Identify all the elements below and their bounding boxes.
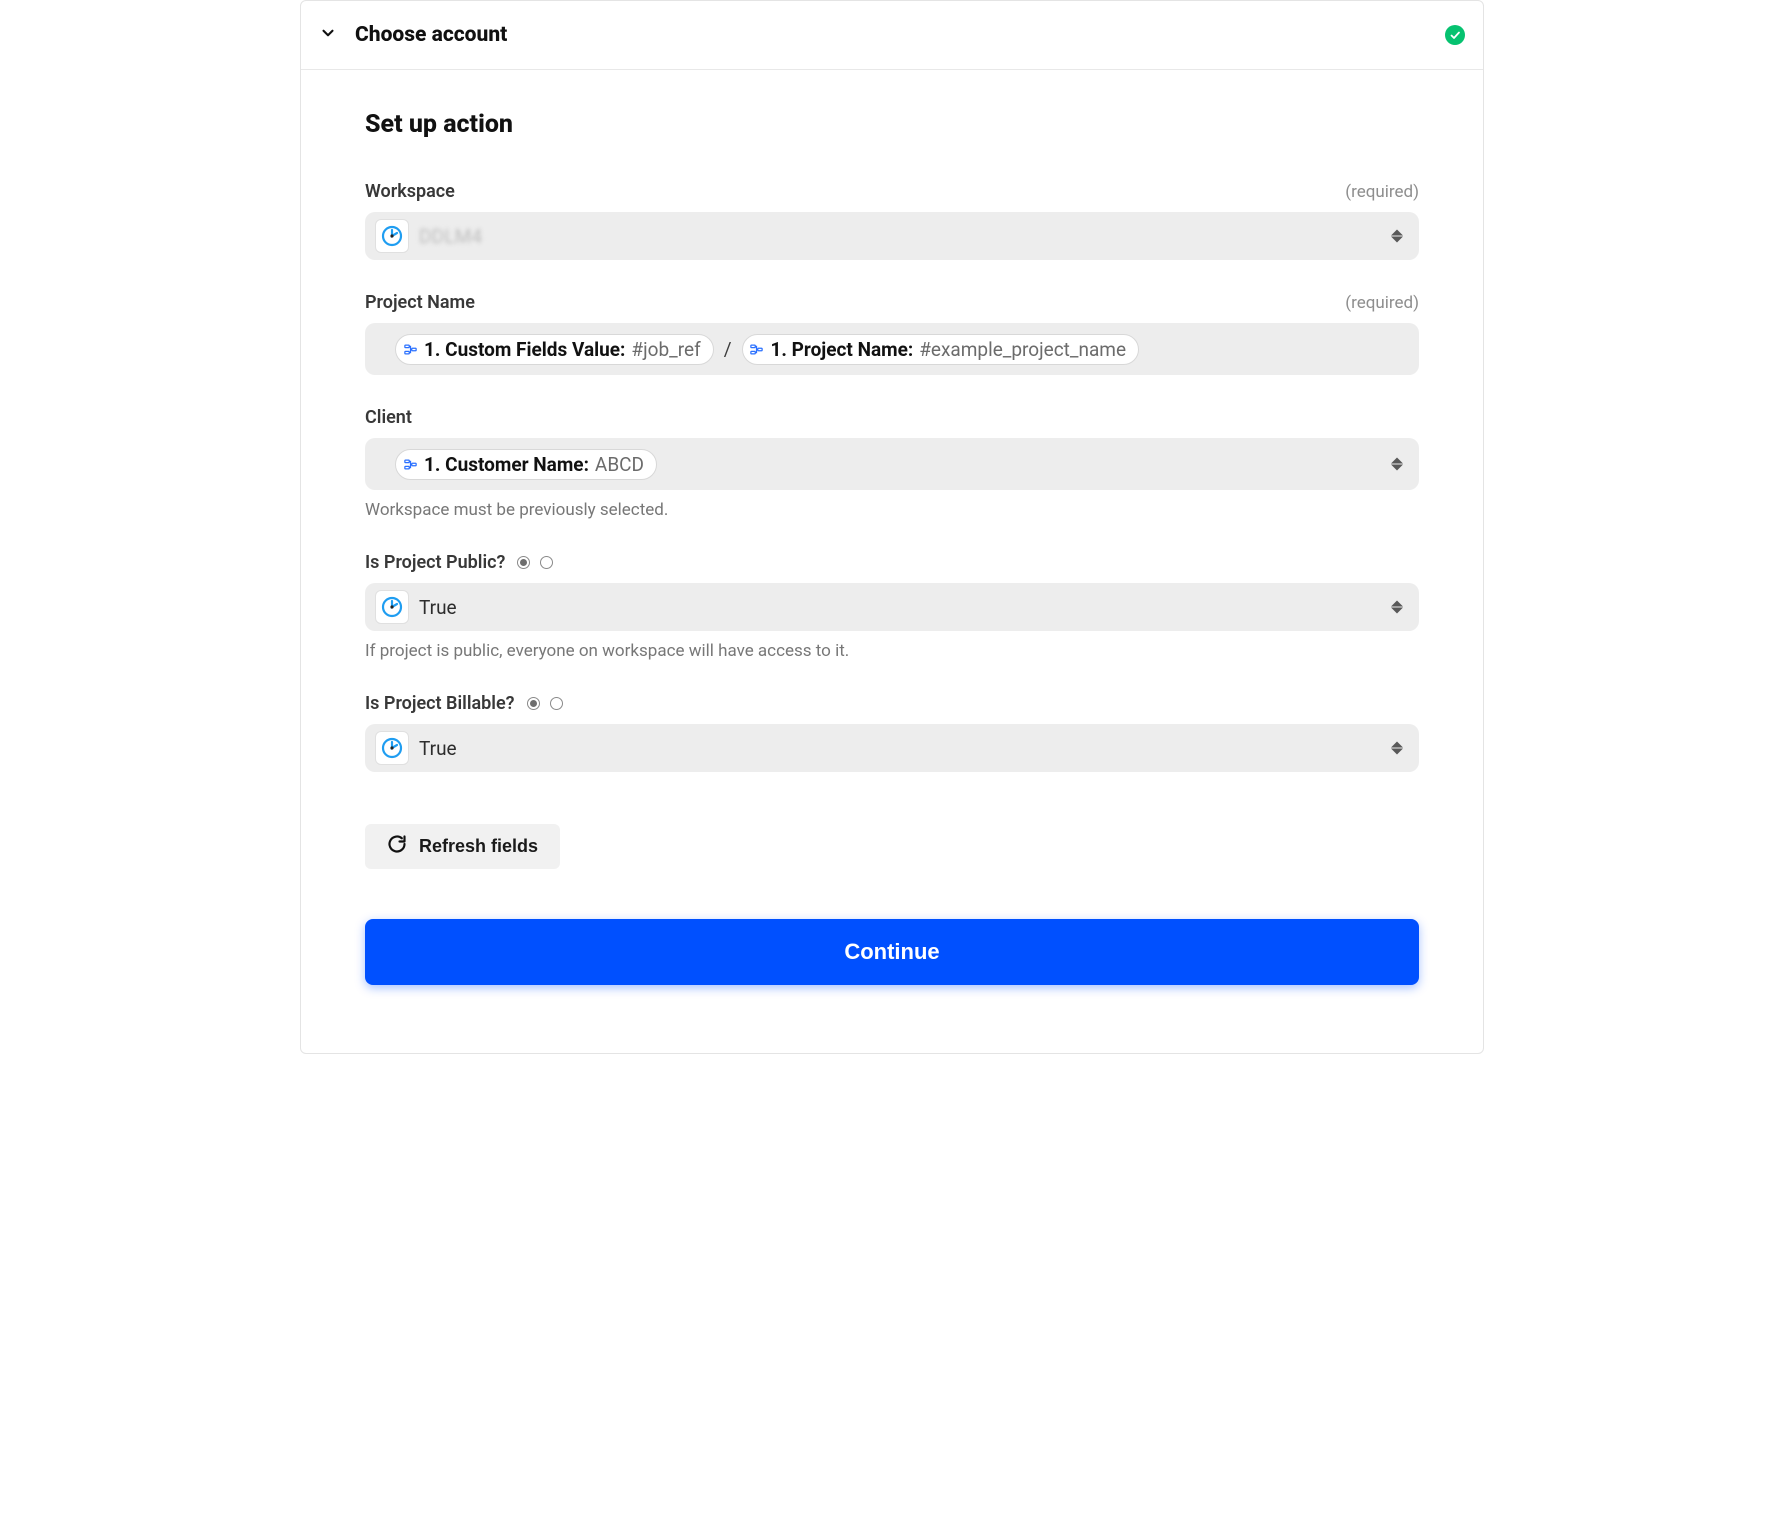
pill-customer-name[interactable]: 1. Customer Name: ABCD [395, 449, 657, 480]
project-name-input[interactable]: 1. Custom Fields Value: #job_ref / 1. Pr… [365, 323, 1419, 375]
field-is-public: Is Project Public? True If project is pu… [365, 552, 1419, 661]
pill-bold-text: 1. Project Name: [771, 338, 914, 361]
field-workspace: Workspace (required) DDLM4 [365, 181, 1419, 260]
separator-slash: / [722, 338, 734, 361]
is-public-value: True [419, 596, 457, 619]
sort-arrows-icon [1391, 230, 1403, 243]
radio-option-selected[interactable] [517, 556, 530, 569]
clockify-icon [375, 731, 409, 765]
pill-project-name[interactable]: 1. Project Name: #example_project_name [742, 334, 1140, 365]
clockify-icon [375, 219, 409, 253]
choose-account-row[interactable]: Choose account [301, 1, 1483, 70]
is-public-label: Is Project Public? [365, 552, 505, 573]
is-public-select[interactable]: True [365, 583, 1419, 631]
label-row: Is Project Public? [365, 552, 1419, 573]
field-mapping-icon [402, 456, 418, 472]
workspace-value: DDLM4 [419, 225, 482, 248]
continue-button[interactable]: Continue [365, 919, 1419, 985]
content-area: Set up action Workspace (required) DDLM4 [301, 70, 1483, 1053]
field-client: Client 1. Customer Name: ABCD Workspace … [365, 407, 1419, 520]
section-title: Set up action [365, 110, 1419, 139]
required-tag: (required) [1345, 293, 1419, 313]
pill-grey-text: #job_ref [631, 338, 700, 361]
label-row: Project Name (required) [365, 292, 1419, 313]
radio-option-unselected[interactable] [550, 697, 563, 710]
setup-action-panel: Choose account Set up action Workspace (… [300, 0, 1484, 1054]
pill-grey-text: #example_project_name [919, 338, 1126, 361]
pill-grey-text: ABCD [595, 453, 644, 476]
sort-arrows-icon [1391, 458, 1403, 471]
refresh-fields-label: Refresh fields [419, 836, 538, 857]
field-project-name: Project Name (required) 1. Custom Fields… [365, 292, 1419, 375]
client-helper-text: Workspace must be previously selected. [365, 500, 1419, 520]
label-row: Client [365, 407, 1419, 428]
sort-arrows-icon [1391, 742, 1403, 755]
radio-option-unselected[interactable] [540, 556, 553, 569]
is-billable-value: True [419, 737, 457, 760]
required-tag: (required) [1345, 182, 1419, 202]
radio-option-selected[interactable] [527, 697, 540, 710]
field-is-billable: Is Project Billable? True [365, 693, 1419, 772]
radio-group-public [517, 556, 553, 569]
field-mapping-icon [402, 341, 418, 357]
workspace-select[interactable]: DDLM4 [365, 212, 1419, 260]
is-billable-label: Is Project Billable? [365, 693, 515, 714]
pill-bold-text: 1. Customer Name: [424, 453, 589, 476]
workspace-label: Workspace [365, 181, 455, 202]
choose-account-title: Choose account [355, 23, 507, 47]
refresh-fields-button[interactable]: Refresh fields [365, 824, 560, 869]
is-billable-select[interactable]: True [365, 724, 1419, 772]
choose-account-left: Choose account [319, 23, 507, 47]
continue-label: Continue [844, 939, 939, 964]
is-public-helper-text: If project is public, everyone on worksp… [365, 641, 1419, 661]
pill-custom-fields-value[interactable]: 1. Custom Fields Value: #job_ref [395, 334, 714, 365]
label-row: Is Project Billable? [365, 693, 1419, 714]
field-mapping-icon [749, 341, 765, 357]
pill-bold-text: 1. Custom Fields Value: [424, 338, 625, 361]
client-label: Client [365, 407, 412, 428]
client-select[interactable]: 1. Customer Name: ABCD [365, 438, 1419, 490]
sort-arrows-icon [1391, 601, 1403, 614]
label-row: Workspace (required) [365, 181, 1419, 202]
chevron-down-icon [319, 24, 337, 46]
project-name-label: Project Name [365, 292, 475, 313]
refresh-icon [387, 834, 407, 859]
check-circle-icon [1445, 25, 1465, 45]
radio-group-billable [527, 697, 563, 710]
clockify-icon [375, 590, 409, 624]
